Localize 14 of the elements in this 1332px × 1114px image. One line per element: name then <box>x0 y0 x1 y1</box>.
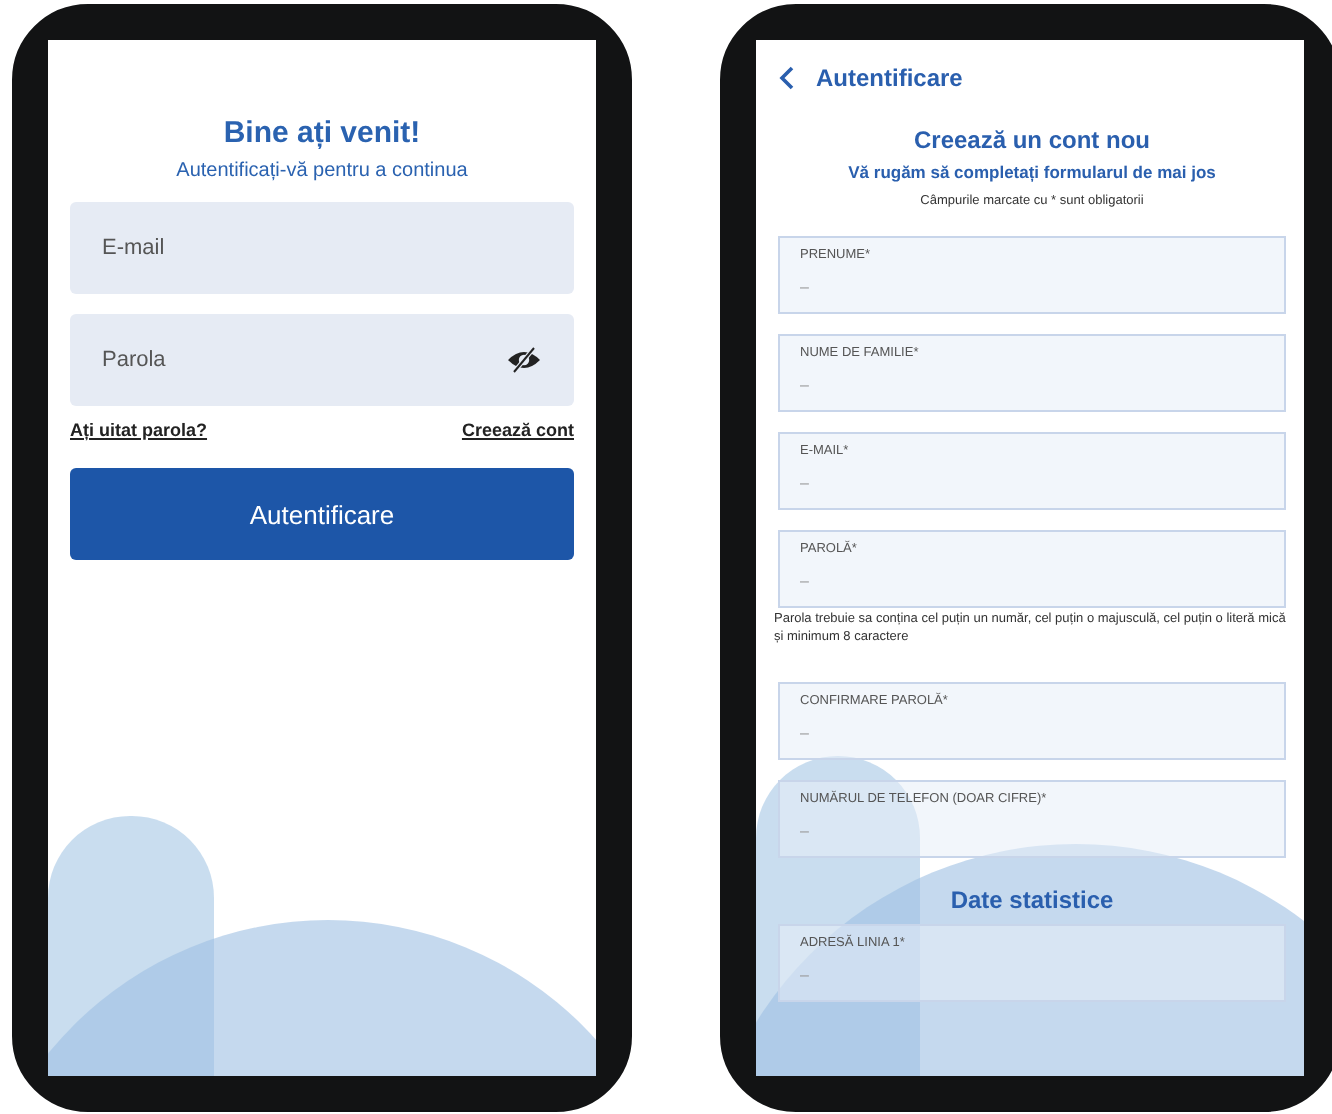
eye-slash-icon <box>506 346 542 374</box>
login-button[interactable]: Autentificare <box>70 468 574 560</box>
text-link[interactable]: Ați uitat parola? <box>70 420 208 440</box>
back-label: Autentificare <box>816 64 963 92</box>
text-link[interactable]: Creează cont <box>461 420 574 440</box>
input-field[interactable]: Parola <box>70 314 574 406</box>
welcome-subtitle: Autentificați-vă pentru a continua <box>174 160 470 182</box>
form-title: Creează un cont nou <box>911 126 1152 154</box>
input-field[interactable]: E-mail <box>70 202 574 294</box>
section-heading: Date statistice <box>948 885 1116 914</box>
back-link[interactable]: Autentificare <box>778 64 963 92</box>
welcome-title: Bine ați venit! <box>221 116 423 150</box>
chevron-left-icon <box>778 66 796 90</box>
form-subtitle: Vă rugăm să completați formularul de mai jos <box>846 162 1218 182</box>
